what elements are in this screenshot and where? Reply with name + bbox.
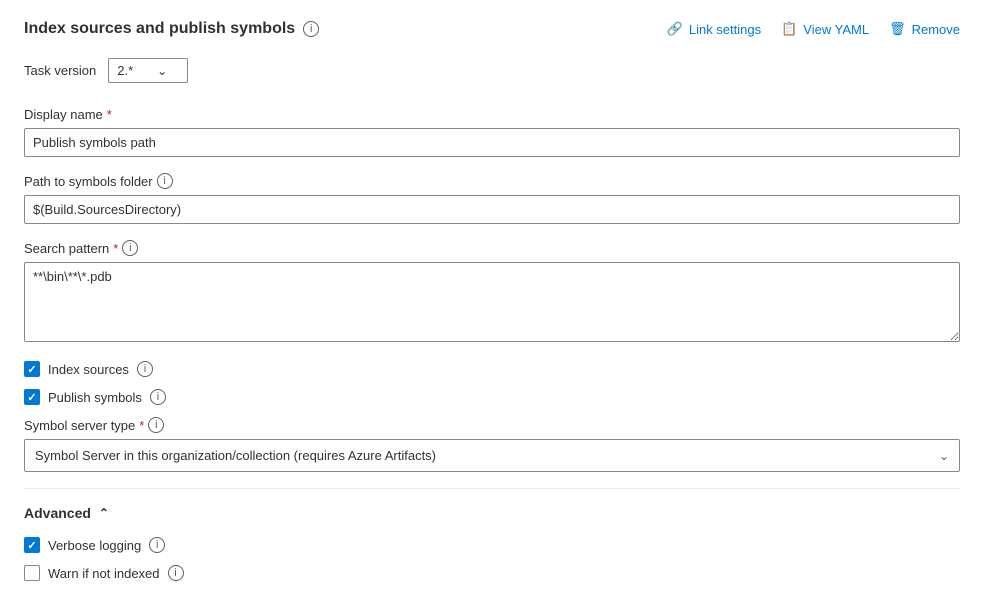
search-pattern-label: Search pattern * i — [24, 240, 960, 256]
warn-not-indexed-row: Warn if not indexed i — [24, 565, 960, 581]
index-sources-row: ✓ Index sources i — [24, 361, 960, 377]
view-yaml-label: View YAML — [803, 22, 869, 37]
index-sources-checkbox[interactable]: ✓ — [24, 361, 40, 377]
required-star-search: * — [113, 241, 118, 256]
search-pattern-input[interactable] — [24, 262, 960, 342]
display-name-label: Display name * — [24, 107, 960, 122]
warn-not-indexed-label: Warn if not indexed — [48, 566, 160, 581]
verbose-logging-checkbox[interactable]: ✓ — [24, 537, 40, 553]
page-header: Index sources and publish symbols i 🔗 Li… — [24, 20, 960, 38]
page-title-info-icon[interactable]: i — [303, 21, 319, 37]
symbols-folder-info-icon[interactable]: i — [157, 173, 173, 189]
remove-icon: 🗑 — [889, 21, 906, 37]
task-version-select[interactable]: 2.* ⌄ — [108, 58, 188, 83]
header-actions: 🔗 Link settings 📋 View YAML 🗑 Remove — [667, 21, 960, 37]
search-pattern-section: Search pattern * i — [24, 240, 960, 345]
warn-not-indexed-checkbox[interactable] — [24, 565, 40, 581]
verbose-logging-info-icon[interactable]: i — [149, 537, 165, 553]
search-pattern-info-icon[interactable]: i — [122, 240, 138, 256]
symbol-server-type-select[interactable]: Symbol Server in this organization/colle… — [24, 439, 960, 472]
symbol-server-info-icon[interactable]: i — [148, 417, 164, 433]
symbols-folder-input[interactable] — [24, 195, 960, 224]
link-settings-button[interactable]: 🔗 Link settings — [667, 21, 761, 37]
task-version-row: Task version 2.* ⌄ — [24, 58, 960, 83]
chevron-down-icon: ⌄ — [157, 64, 167, 78]
check-icon: ✓ — [27, 391, 36, 404]
page-title: Index sources and publish symbols — [24, 20, 295, 38]
check-icon: ✓ — [27, 539, 36, 552]
publish-symbols-checkbox[interactable]: ✓ — [24, 389, 40, 405]
index-sources-label: Index sources — [48, 362, 129, 377]
section-divider — [24, 488, 960, 489]
index-sources-info-icon[interactable]: i — [137, 361, 153, 377]
remove-button[interactable]: 🗑 Remove — [889, 21, 960, 37]
chevron-down-icon: ⌄ — [939, 449, 949, 463]
publish-symbols-info-icon[interactable]: i — [150, 389, 166, 405]
verbose-logging-label: Verbose logging — [48, 538, 141, 553]
required-star-server: * — [139, 418, 144, 433]
check-icon: ✓ — [27, 363, 36, 376]
advanced-section-header[interactable]: Advanced ⌃ — [24, 505, 960, 521]
symbols-folder-section: Path to symbols folder i — [24, 173, 960, 224]
view-yaml-icon: 📋 — [781, 21, 797, 37]
symbol-server-type-section: Symbol server type * i Symbol Server in … — [24, 417, 960, 472]
warn-not-indexed-info-icon[interactable]: i — [168, 565, 184, 581]
symbols-folder-label: Path to symbols folder i — [24, 173, 960, 189]
header-left: Index sources and publish symbols i — [24, 20, 319, 38]
publish-symbols-label: Publish symbols — [48, 390, 142, 405]
verbose-logging-row: ✓ Verbose logging i — [24, 537, 960, 553]
view-yaml-button[interactable]: 📋 View YAML — [781, 21, 869, 37]
symbol-server-type-value: Symbol Server in this organization/colle… — [35, 448, 436, 463]
task-version-value: 2.* — [117, 63, 133, 78]
link-settings-label: Link settings — [689, 22, 761, 37]
symbol-server-type-label: Symbol server type * i — [24, 417, 960, 433]
task-version-label: Task version — [24, 63, 96, 78]
publish-symbols-row: ✓ Publish symbols i — [24, 389, 960, 405]
required-star: * — [107, 107, 112, 122]
advanced-label: Advanced — [24, 505, 91, 521]
link-settings-icon: 🔗 — [667, 21, 683, 37]
display-name-input[interactable] — [24, 128, 960, 157]
display-name-section: Display name * — [24, 107, 960, 157]
remove-label: Remove — [912, 22, 960, 37]
chevron-up-icon: ⌃ — [99, 506, 109, 520]
